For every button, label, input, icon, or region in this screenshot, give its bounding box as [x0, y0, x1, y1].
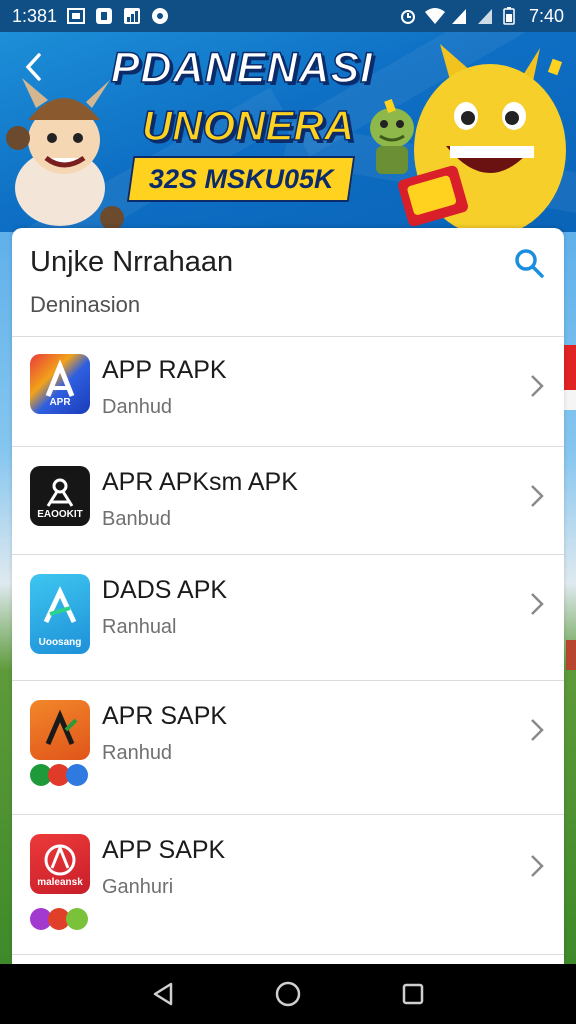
- battery-icon: [503, 7, 521, 25]
- app-name: APP RAPK: [102, 356, 227, 384]
- nav-home-button[interactable]: [270, 976, 306, 1012]
- status-bar: 1:381 7:40: [0, 0, 576, 32]
- list-item-app-2[interactable]: EAOOKIT APR APKsm APK Banbud: [12, 446, 564, 555]
- app-name: DADS APK: [102, 576, 228, 604]
- square-recents-icon: [403, 983, 424, 1005]
- chevron-left-icon: [25, 53, 41, 81]
- app-name: APR SAPK: [102, 702, 228, 730]
- gallery-icon: [67, 7, 86, 25]
- badge-icon: [66, 764, 88, 786]
- list-item-app-3[interactable]: Uoosang DADS APK Ranhual: [12, 554, 564, 681]
- chevron-right-icon: [531, 593, 544, 615]
- app-name: APR APKsm APK: [102, 468, 298, 496]
- app-subtitle: Ganhuri: [102, 876, 174, 898]
- list-item-app-1[interactable]: APR APP RAPK Danhud: [12, 336, 564, 447]
- banner-tag: 32S MSKU05K: [126, 156, 356, 202]
- chevron-right-icon: [531, 375, 544, 397]
- app-logo-icon: [30, 700, 90, 760]
- navigation-bar: [0, 964, 576, 1024]
- status-clock: 7:40: [528, 5, 564, 26]
- app-icon: [95, 7, 113, 25]
- app-logo-icon: APR: [30, 354, 90, 414]
- banner-title: PDANENASI: [110, 43, 374, 93]
- card-title: Unjke Nrrahaan: [30, 246, 234, 278]
- circle-home-icon: [275, 981, 301, 1007]
- app-subtitle: Ranhual: [102, 616, 177, 638]
- list-item-app-5[interactable]: maleansk APP SAPK Ganhuri: [12, 814, 564, 955]
- search-button[interactable]: [512, 246, 546, 280]
- signal-icon: [451, 7, 469, 25]
- app-list-card: Unjke Nrrahaan Deninasion APR APP RAPK D…: [12, 228, 564, 964]
- app-badges: [30, 764, 88, 786]
- hut-decoration: [566, 640, 576, 670]
- alarm-icon: [399, 7, 417, 25]
- app-subtitle: Danhud: [102, 396, 173, 418]
- wifi-icon: [424, 7, 445, 25]
- signal-icon: [477, 7, 495, 25]
- promo-banner[interactable]: PDANENASI UNONERA 32S MSKU05K: [0, 32, 576, 232]
- app-logo-caption: maleansk: [37, 877, 83, 888]
- card-header: Unjke Nrrahaan Deninasion: [12, 228, 564, 337]
- card-subtitle: Deninasion: [30, 292, 141, 317]
- list-item-app-4[interactable]: APR SAPK Ranhud: [12, 680, 564, 815]
- banner-tag-text: 32S MSKU05K: [148, 163, 334, 194]
- app-logo-caption: EAOOKIT: [37, 509, 83, 520]
- yellow-mascot-illustration: [384, 44, 566, 232]
- app-logo-icon: Uoosang: [30, 574, 90, 654]
- signal-chart-icon: [123, 7, 141, 25]
- banner-subtitle: UNONERA: [141, 101, 355, 150]
- app-name: APP SAPK: [102, 836, 226, 864]
- nav-recents-button[interactable]: [395, 976, 431, 1012]
- back-button[interactable]: [16, 50, 50, 84]
- status-time: 1:381: [12, 5, 58, 26]
- search-icon: [515, 249, 544, 278]
- app-logo-icon: EAOOKIT: [30, 466, 90, 526]
- app-subtitle: Banbud: [102, 508, 171, 530]
- notification-icon: [151, 7, 169, 25]
- nav-back-button[interactable]: [145, 976, 181, 1012]
- app-logo-caption: APR: [49, 397, 71, 408]
- chevron-right-icon: [531, 855, 544, 877]
- app-subtitle: Ranhud: [102, 742, 173, 764]
- app-logo-icon: maleansk: [30, 834, 90, 894]
- triangle-back-icon: [153, 982, 172, 1006]
- chevron-right-icon: [531, 485, 544, 507]
- app-badges: [30, 908, 88, 930]
- badge-icon: [66, 908, 88, 930]
- chevron-right-icon: [531, 719, 544, 741]
- app-logo-caption: Uoosang: [38, 637, 82, 648]
